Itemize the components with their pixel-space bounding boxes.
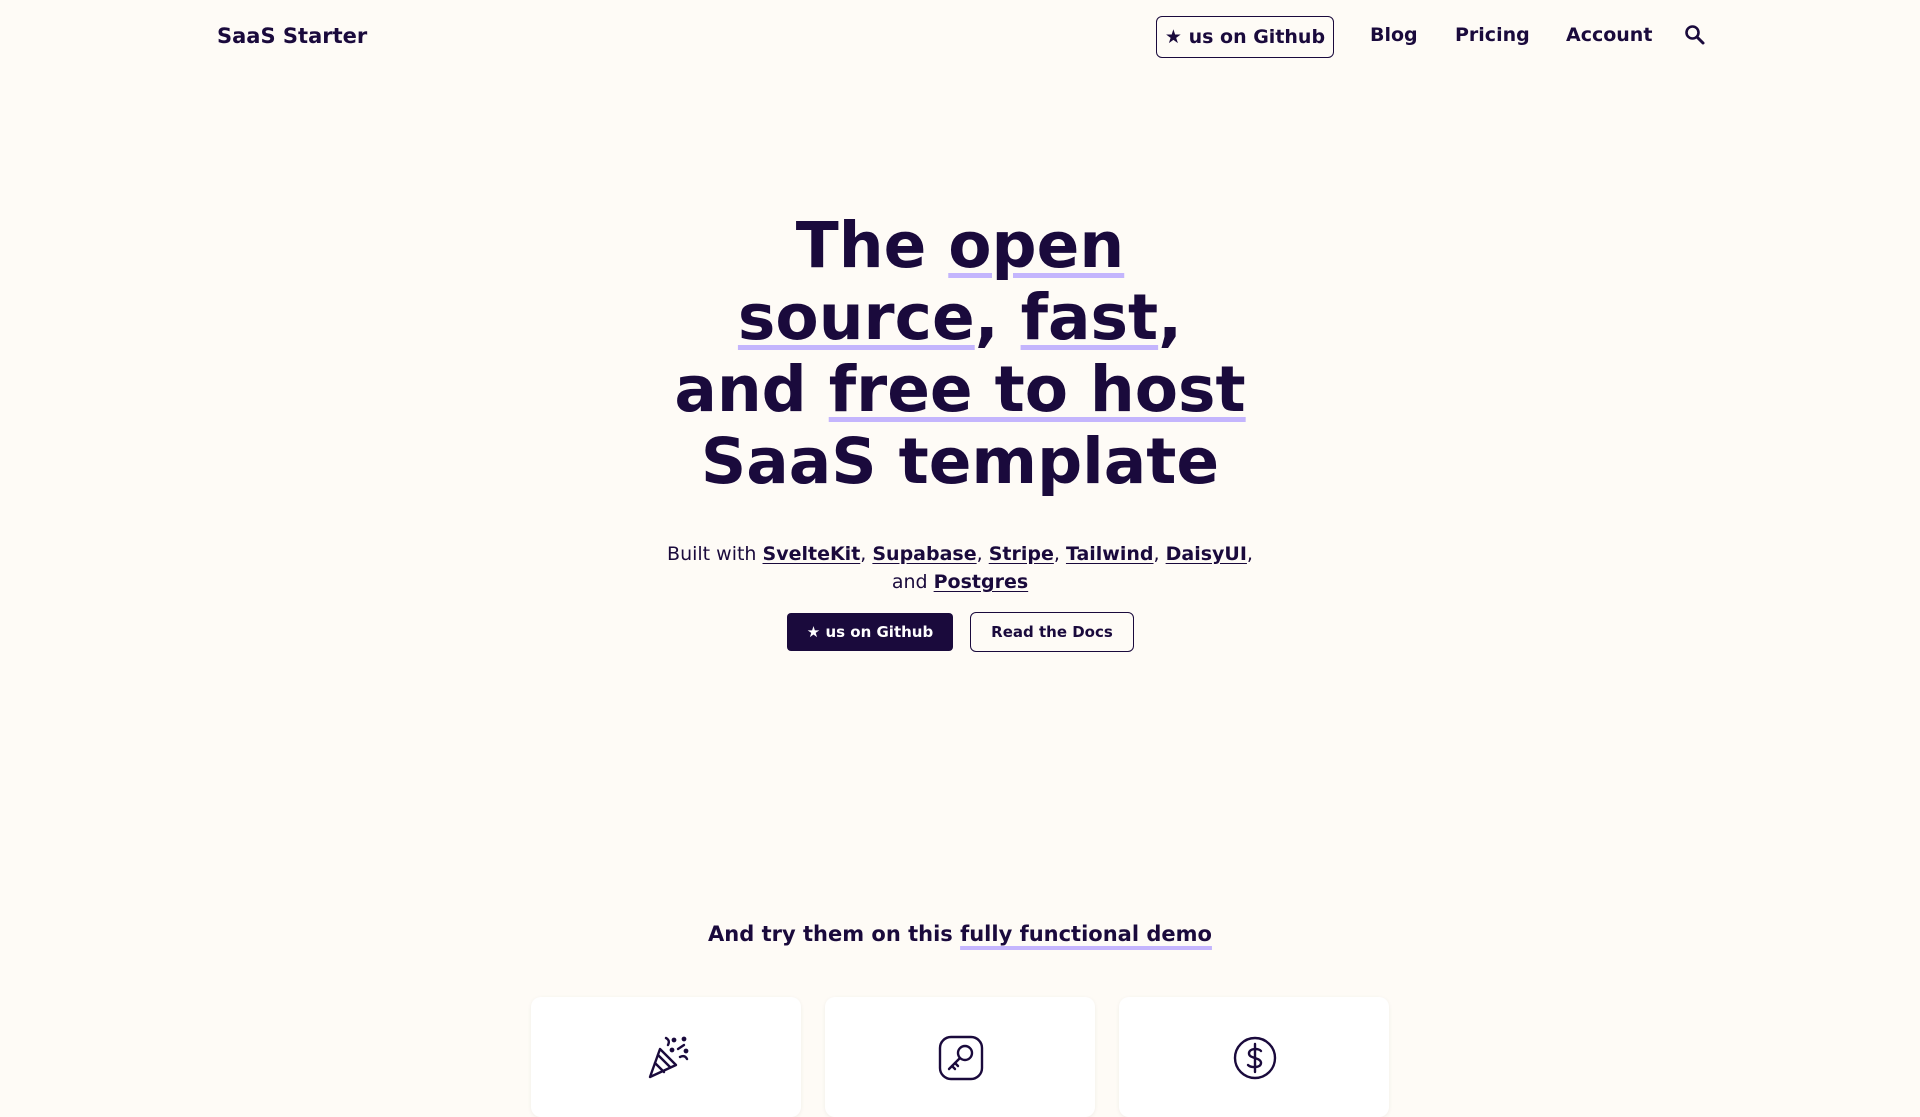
hero-sub-and: and — [891, 571, 934, 593]
hero-title-open: open — [948, 209, 1125, 282]
tech-link-tailwind[interactable]: Tailwind — [1066, 543, 1154, 565]
nav-link-pricing[interactable]: Pricing — [1455, 24, 1530, 46]
dollar-circle-icon — [1232, 1035, 1278, 1081]
feature-card[interactable] — [1119, 997, 1389, 1117]
brand-logo[interactable]: SaaS Starter — [217, 24, 367, 48]
key-icon — [938, 1035, 984, 1081]
nav-link-blog[interactable]: Blog — [1370, 24, 1418, 46]
feature-card[interactable] — [825, 997, 1095, 1117]
tech-link-daisyui[interactable]: DaisyUI — [1166, 543, 1247, 565]
hero-title-free: free to host — [828, 353, 1246, 426]
hero-title-comma: , — [974, 281, 1021, 354]
demo-heading: And try them on this fully functional de… — [560, 922, 1360, 946]
github-star-button[interactable]: ★ us on Github — [1156, 16, 1334, 58]
hero-title-fast: fast — [1020, 281, 1159, 354]
tech-link-sveltekit[interactable]: SvelteKit — [763, 543, 861, 565]
nav-link-account[interactable]: Account — [1566, 24, 1652, 46]
hero-title: The open source, fast, and free to host … — [560, 210, 1360, 498]
hero-title-and: and — [674, 353, 829, 426]
hero-title-source: source — [737, 281, 975, 354]
hero-sub-prefix: Built with — [667, 543, 763, 565]
read-docs-button[interactable]: Read the Docs — [970, 612, 1134, 652]
navbar: SaaS Starter ★ us on Github Blog Pricing… — [0, 0, 1920, 74]
demo-link[interactable]: fully functional demo — [960, 922, 1212, 946]
tech-link-stripe[interactable]: Stripe — [989, 543, 1054, 565]
hero-subtitle: Built with SvelteKit, Supabase, Stripe, … — [667, 543, 1253, 593]
demo-heading-prefix: And try them on this — [708, 922, 961, 946]
tech-link-postgres[interactable]: Postgres — [934, 571, 1029, 593]
feature-card[interactable] — [531, 997, 801, 1117]
tech-link-supabase[interactable]: Supabase — [872, 543, 976, 565]
search-icon[interactable] — [1683, 23, 1707, 47]
hero-title-saas: SaaS template — [700, 425, 1220, 498]
hero-title-the: The — [795, 209, 949, 282]
hero-title-comma-2: , — [1158, 281, 1183, 354]
star-github-button[interactable]: ★ us on Github — [787, 613, 953, 651]
party-popper-icon — [644, 1035, 690, 1081]
